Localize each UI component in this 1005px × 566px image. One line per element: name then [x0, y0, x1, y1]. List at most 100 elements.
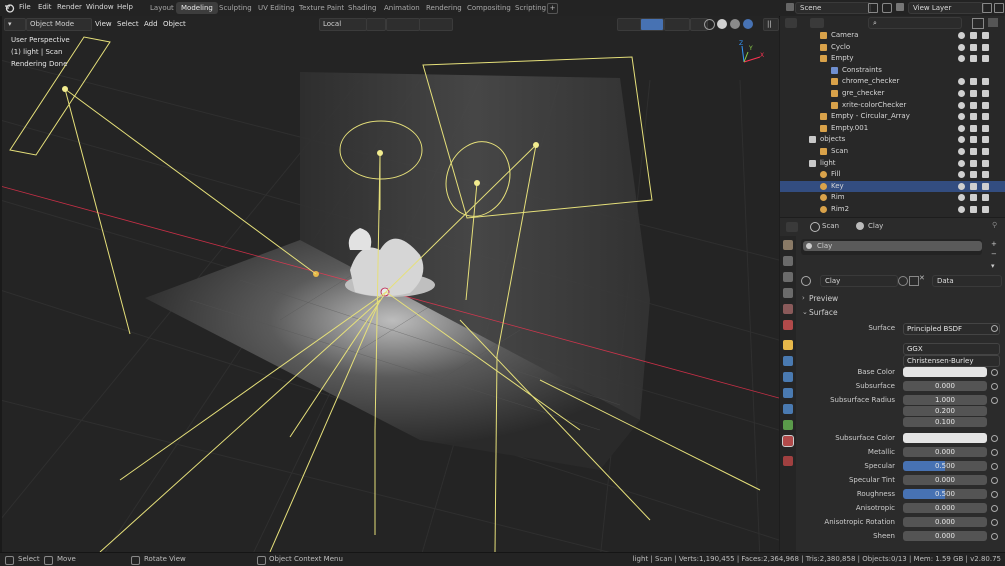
outliner-row[interactable]: Cyclo [780, 42, 1005, 54]
eye-icon[interactable] [958, 55, 965, 63]
outliner-row[interactable]: Fill [780, 169, 1005, 181]
select-icon[interactable] [970, 171, 977, 179]
numeric-field[interactable]: 0.200 [903, 406, 987, 416]
tab-compositing[interactable]: Compositing [462, 2, 516, 14]
particles-tab-icon[interactable] [783, 372, 793, 382]
select-icon[interactable] [970, 124, 977, 132]
input-socket-icon[interactable] [991, 505, 998, 512]
outliner-row[interactable]: Scan [780, 146, 1005, 158]
eye-icon[interactable] [958, 124, 965, 132]
surface-chevron-icon[interactable]: ⌄ [802, 308, 808, 316]
eye-icon[interactable] [958, 136, 965, 144]
input-socket-icon[interactable] [991, 533, 998, 540]
object-mode-dropdown[interactable]: Object Mode [26, 18, 92, 31]
remove-slot-button[interactable]: − [991, 250, 997, 258]
tab-shading[interactable]: Shading [343, 2, 381, 14]
menu-object[interactable]: Object [163, 20, 186, 28]
link-dropdown[interactable]: Data [932, 275, 1002, 287]
tab-sculpting[interactable]: Sculpting [214, 2, 257, 14]
input-socket-icon[interactable] [991, 435, 998, 442]
view-layer-tab-icon[interactable] [783, 288, 793, 298]
menu-render[interactable]: Render [57, 3, 82, 11]
menu-file[interactable]: File [19, 3, 31, 11]
select-icon[interactable] [970, 32, 977, 39]
eye-icon[interactable] [958, 206, 965, 213]
axis-gizmo[interactable]: Z X Y [739, 40, 764, 63]
add-slot-button[interactable]: + [991, 240, 997, 248]
scene-icon[interactable] [786, 3, 794, 11]
surface-shader-dropdown[interactable]: Principled BSDF [903, 323, 1000, 335]
tab-uv-editing[interactable]: UV Editing [253, 2, 300, 14]
select-icon[interactable] [970, 43, 977, 51]
render-icon[interactable] [982, 55, 989, 63]
gizmo-toggle-icon[interactable] [640, 18, 664, 31]
fake-user-icon[interactable] [898, 276, 908, 286]
surface-panel-header[interactable]: Surface [809, 308, 838, 317]
filter-icon[interactable] [972, 18, 984, 29]
browse-material-icon[interactable] [801, 276, 811, 286]
scene-browse-icon[interactable] [868, 3, 878, 13]
solid-shading-icon[interactable] [717, 19, 727, 29]
eye-icon[interactable] [958, 113, 965, 121]
eye-icon[interactable] [958, 171, 965, 179]
tab-layout[interactable]: Layout [145, 2, 179, 14]
slider-field[interactable]: 0.500 [903, 489, 987, 499]
outliner-row[interactable]: Constraints [780, 65, 1005, 77]
wireframe-shading-icon[interactable] [704, 19, 715, 30]
blender-logo-icon[interactable] [4, 3, 15, 13]
outliner-row[interactable]: Empty - Circular_Array [780, 111, 1005, 123]
menu-edit[interactable]: Edit [38, 3, 52, 11]
eye-icon[interactable] [958, 182, 965, 190]
eye-icon[interactable] [958, 32, 965, 39]
menu-view[interactable]: View [95, 20, 112, 28]
material-slot-list[interactable]: Clay [801, 239, 982, 255]
render-icon[interactable] [982, 148, 989, 155]
eye-icon[interactable] [958, 101, 965, 109]
proportional-edit-icon[interactable] [419, 18, 453, 31]
select-icon[interactable] [970, 159, 977, 167]
render-icon[interactable] [982, 43, 989, 51]
render-icon[interactable] [982, 124, 989, 132]
select-icon[interactable] [970, 55, 977, 63]
color-swatch[interactable] [903, 367, 987, 377]
subsurface-method-dropdown[interactable]: Christensen-Burley [903, 355, 1000, 367]
scene-field[interactable]: Scene [795, 2, 871, 14]
3d-viewport[interactable]: Z X Y [0, 16, 779, 552]
preview-panel-header[interactable]: Preview [809, 294, 838, 303]
select-icon[interactable] [970, 182, 977, 190]
object-tab-icon[interactable] [783, 340, 793, 350]
numeric-field[interactable]: 0.000 [903, 447, 987, 457]
eye-icon[interactable] [958, 90, 965, 97]
render-icon[interactable] [982, 90, 989, 97]
select-icon[interactable] [970, 136, 977, 144]
outliner-search-input[interactable]: ⌕ [868, 17, 962, 29]
numeric-field[interactable]: 0.000 [903, 517, 987, 527]
new-collection-icon[interactable] [988, 18, 998, 27]
shading-modes[interactable] [704, 19, 758, 30]
physics-tab-icon[interactable] [783, 388, 793, 398]
input-socket-icon[interactable] [991, 491, 998, 498]
menu-select[interactable]: Select [117, 20, 139, 28]
constraints-tab-icon[interactable] [783, 404, 793, 414]
outliner-row[interactable]: Camera [780, 30, 1005, 42]
outliner-row[interactable]: gre_checker [780, 88, 1005, 100]
render-icon[interactable] [982, 171, 989, 179]
pause-render-icon[interactable]: || [763, 18, 779, 31]
output-tab-icon[interactable] [783, 272, 793, 282]
snap-icon[interactable] [386, 18, 420, 31]
eye-icon[interactable] [958, 78, 965, 86]
render-icon[interactable] [982, 159, 989, 167]
input-socket-icon[interactable] [991, 519, 998, 526]
input-socket-icon[interactable] [991, 383, 998, 390]
tool-tab-icon[interactable] [783, 240, 793, 250]
material-tab-icon[interactable] [782, 435, 794, 447]
render-icon[interactable] [982, 113, 989, 121]
modifier-tab-icon[interactable] [783, 356, 793, 366]
outliner-editor-icon[interactable] [785, 18, 797, 28]
select-icon[interactable] [970, 148, 977, 155]
overlay-toggle-icon[interactable] [664, 18, 690, 31]
pivot-icon[interactable] [366, 18, 386, 31]
render-icon[interactable] [982, 182, 989, 190]
select-icon[interactable] [970, 113, 977, 121]
slot-specials-button[interactable]: ▾ [991, 262, 995, 270]
